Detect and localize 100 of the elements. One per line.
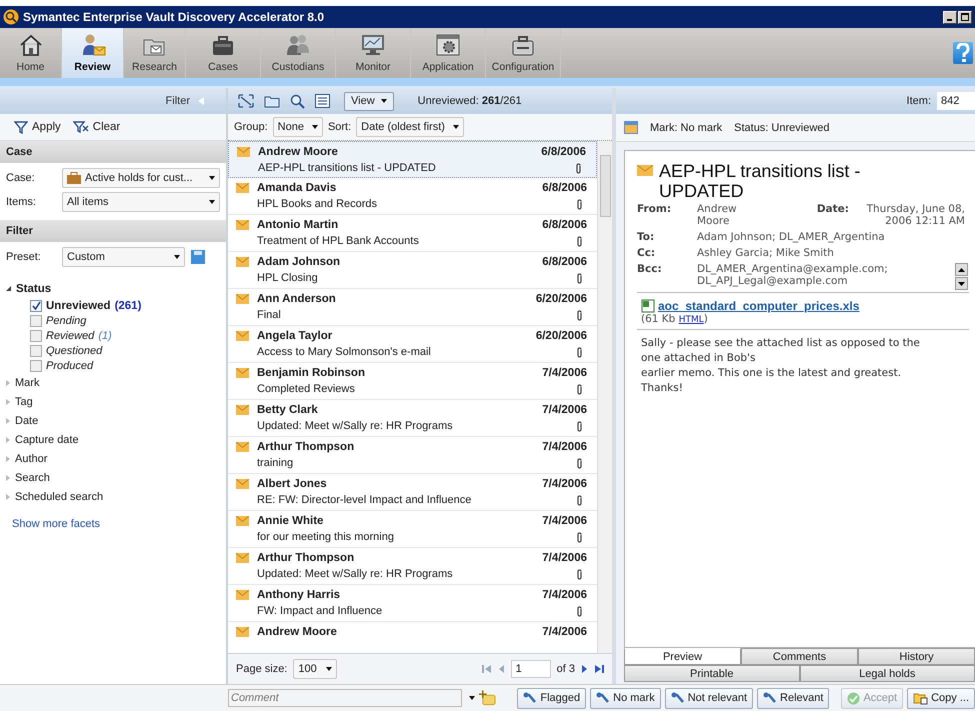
group-dropdown[interactable]: None bbox=[272, 117, 323, 137]
view-dropdown[interactable]: View bbox=[344, 92, 394, 110]
sender-value: Andrew Moore bbox=[697, 203, 738, 227]
scrollbar[interactable] bbox=[597, 141, 612, 653]
action-button[interactable]: Flagged bbox=[517, 688, 586, 708]
message-subject: RE: FW: Director-level Impact and Influence bbox=[257, 494, 472, 506]
case-dropdown[interactable]: Active holds for cust... bbox=[62, 168, 220, 188]
scroll-down-button[interactable] bbox=[955, 277, 968, 290]
page-size-dropdown[interactable]: 100 bbox=[293, 659, 338, 679]
sort-label: Sort: bbox=[328, 121, 352, 133]
review-status: Status: Unreviewed bbox=[734, 122, 830, 134]
message-date: 7/4/2006 bbox=[542, 441, 587, 453]
clear-button[interactable]: Clear bbox=[72, 120, 120, 134]
facet-item[interactable]: Search bbox=[6, 468, 220, 487]
status-option: Pending bbox=[46, 314, 86, 326]
help-button[interactable] bbox=[953, 42, 973, 64]
message-date: 6/20/2006 bbox=[536, 330, 587, 342]
html-link[interactable]: HTML bbox=[678, 315, 704, 325]
facet-item[interactable]: Status bbox=[6, 279, 220, 298]
message-row[interactable]: Andrew Moore 6/8/2006 AEP-HPL transitions list - UPDATED bbox=[228, 141, 597, 178]
sort-dropdown[interactable]: Date (oldest first) bbox=[356, 117, 464, 137]
folder-icon[interactable] bbox=[264, 94, 280, 108]
facet-item[interactable]: Mark bbox=[6, 373, 220, 392]
page-count: of 3 bbox=[556, 663, 575, 675]
envelope-icon bbox=[236, 590, 249, 600]
field-label: Case: bbox=[6, 172, 36, 184]
envelope-icon bbox=[637, 165, 653, 176]
next-page-icon[interactable] bbox=[581, 664, 588, 674]
facet-item[interactable]: Date bbox=[6, 411, 220, 430]
preview-tab[interactable]: History bbox=[858, 648, 975, 665]
page-number-field[interactable]: 1 bbox=[510, 660, 551, 678]
message-subject: Updated: Meet w/Sally re: HR Programs bbox=[257, 568, 453, 580]
preview-tab[interactable]: Preview bbox=[624, 648, 741, 665]
action-button[interactable]: Copy ... bbox=[907, 688, 975, 708]
envelope-icon bbox=[236, 553, 249, 563]
search-icon[interactable] bbox=[290, 94, 305, 108]
attachment-link[interactable]: aoc_standard_computer_prices.xls bbox=[658, 299, 860, 313]
checkbox[interactable] bbox=[30, 314, 42, 326]
comment-field[interactable]: Comment bbox=[228, 689, 462, 707]
clear-filter-icon bbox=[72, 120, 89, 134]
sender-name: Amanda Davis bbox=[257, 182, 336, 194]
nav-tab[interactable]: Review bbox=[62, 28, 124, 78]
envelope-icon bbox=[237, 147, 250, 157]
item-number-field[interactable]: 842 bbox=[937, 92, 975, 110]
expand-icon[interactable] bbox=[238, 94, 254, 108]
preview-tab[interactable]: Legal holds bbox=[800, 665, 975, 682]
apply-button[interactable]: Apply bbox=[14, 120, 61, 134]
sender-name: Arthur Thompson bbox=[257, 552, 354, 564]
action-button[interactable]: Not relevant bbox=[664, 688, 754, 708]
facet-item[interactable]: Capture date bbox=[6, 430, 220, 449]
message-subject: AEP-HPL transitions list - UPDATED bbox=[258, 162, 436, 174]
sender-name: Anthony Harris bbox=[257, 589, 340, 601]
dropdown-caret-icon[interactable] bbox=[469, 696, 476, 700]
action-button[interactable]: No mark bbox=[590, 688, 661, 708]
envelope-icon bbox=[236, 294, 249, 304]
page-size-label: Page size: bbox=[236, 663, 288, 675]
header-label: From: bbox=[637, 203, 672, 217]
facet-item[interactable]: Tag bbox=[6, 392, 220, 411]
columns-icon[interactable] bbox=[315, 94, 330, 108]
section-header: Case bbox=[0, 141, 226, 163]
spreadsheet-icon bbox=[641, 299, 655, 313]
action-button[interactable]: Relevant bbox=[757, 688, 830, 708]
scroll-up-button[interactable] bbox=[955, 263, 968, 276]
facet-item[interactable]: Author bbox=[6, 449, 220, 468]
preview-tab[interactable]: Comments bbox=[741, 648, 858, 665]
cc-value: Ashley Garcia; Mike Smith bbox=[697, 247, 835, 259]
monitor-icon bbox=[360, 33, 386, 57]
checkbox[interactable] bbox=[30, 344, 42, 356]
add-comment-icon[interactable] bbox=[479, 690, 496, 706]
sender-name: Benjamin Robinson bbox=[257, 367, 365, 379]
status-count: (261) bbox=[114, 300, 142, 312]
message-subject: Treatment of HPL Bank Accounts bbox=[257, 235, 419, 247]
last-page-icon[interactable] bbox=[594, 664, 604, 674]
attachment-size: (61 Kb bbox=[641, 313, 676, 325]
checkbox[interactable] bbox=[30, 300, 42, 312]
sender-name: Betty Clark bbox=[257, 404, 318, 416]
preview-tab[interactable]: Printable bbox=[624, 665, 800, 682]
checkbox[interactable] bbox=[30, 360, 42, 372]
message-date: 6/8/2006 bbox=[542, 256, 587, 268]
status-count: (1) bbox=[98, 330, 112, 342]
bcc-value: DL_AMER_Argentina@example.com; DL_APJ_Legal@example.com bbox=[697, 263, 889, 289]
save-icon[interactable] bbox=[191, 250, 205, 264]
items-dropdown[interactable]: All items bbox=[62, 192, 220, 212]
date-value: Thursday, June 08, 2006 12:11 AM bbox=[866, 203, 966, 227]
header-label: Cc: bbox=[637, 247, 656, 259]
facet-item[interactable]: Scheduled search bbox=[6, 487, 220, 506]
pushpin-icon bbox=[523, 692, 538, 704]
envelope-icon bbox=[236, 257, 249, 267]
pushpin-icon bbox=[670, 692, 685, 704]
message-date: 6/8/2006 bbox=[542, 182, 587, 194]
message-subject: HPL Closing bbox=[257, 272, 318, 284]
minimize-button[interactable] bbox=[943, 10, 957, 24]
app-logo-icon bbox=[3, 9, 19, 25]
maximize-button[interactable] bbox=[958, 10, 972, 24]
show-more-link[interactable]: Show more facets bbox=[6, 518, 220, 530]
preset-dropdown[interactable]: Custom bbox=[62, 247, 185, 267]
message-date: 7/4/2006 bbox=[542, 404, 587, 416]
checkbox[interactable] bbox=[30, 330, 42, 342]
mark-status: Mark: No mark bbox=[650, 122, 722, 134]
message-status-icon bbox=[624, 121, 638, 134]
